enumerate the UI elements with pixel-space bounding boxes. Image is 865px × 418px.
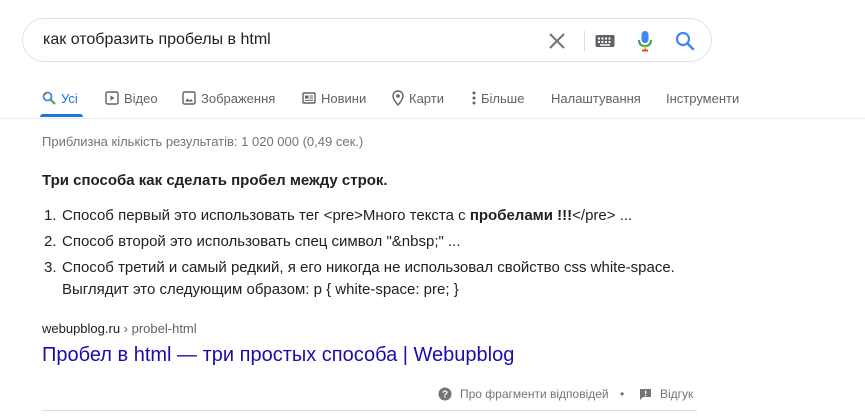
list-number: 1. (44, 207, 57, 224)
footer-separator: • (620, 387, 625, 401)
tab-tools[interactable]: Інструменти (666, 88, 739, 108)
clear-icon[interactable] (545, 29, 569, 53)
more-vert-icon (472, 91, 476, 105)
video-icon (105, 91, 119, 105)
svg-text:?: ? (442, 390, 448, 401)
tab-images[interactable]: Зображення (182, 88, 275, 108)
feedback-icon (639, 388, 652, 401)
tab-label: Налаштування (551, 90, 641, 106)
tab-label: Більше (481, 90, 525, 106)
snippet-footer: ? Про фрагменти відповідей • Відгук (0, 384, 865, 404)
search-tabs: Усі Відео Зображення Новини Карти Більше… (0, 80, 865, 119)
map-pin-icon (392, 90, 404, 106)
help-icon: ? (438, 387, 452, 401)
tab-label: Новини (321, 90, 367, 106)
result-stats: Приблизна кількість результатів: 1 020 0… (42, 134, 364, 149)
list-text: Способ первый это использовать тег <pre>… (62, 207, 470, 224)
result-url-breadcrumb: webupblog.ru › probel-html (42, 321, 197, 336)
tab-label: Зображення (201, 90, 276, 106)
list-item: 3. Способ третий и самый редкий, я его н… (42, 257, 682, 301)
result-domain: webupblog.ru (42, 321, 121, 336)
list-text: Способ второй это использовать спец симв… (62, 233, 461, 250)
search-results-page: Усі Відео Зображення (0, 0, 865, 418)
breadcrumb-separator: › (120, 321, 132, 336)
tab-all[interactable]: Усі (42, 88, 78, 108)
list-number: 2. (44, 233, 57, 250)
tab-news[interactable]: Новини (302, 88, 366, 108)
search-box-divider (584, 31, 585, 51)
tab-more[interactable]: Більше (472, 88, 524, 108)
list-text: </pre> ... (572, 207, 633, 224)
feedback-link[interactable]: Відгук (639, 384, 693, 404)
feedback-label: Відгук (660, 387, 694, 401)
list-item: 1. Способ первый это использовать тег <p… (42, 205, 682, 227)
featured-snippet-title: Три способа как сделать пробел между стр… (42, 172, 388, 189)
result-title-link[interactable]: Пробел в html — три простых способа | We… (42, 344, 514, 367)
tab-label: Усі (61, 90, 78, 106)
about-snippets-label: Про фрагменти відповідей (460, 387, 609, 401)
tab-video[interactable]: Відео (105, 88, 158, 108)
tab-label: Відео (124, 90, 158, 106)
search-icon[interactable] (673, 29, 697, 53)
image-icon (182, 91, 196, 105)
result-path: probel-html (131, 321, 197, 336)
featured-snippet-list: 1. Способ первый это использовать тег <p… (42, 205, 682, 305)
list-text: Способ третий и самый редкий, я его нико… (62, 259, 675, 298)
keyboard-icon[interactable] (593, 29, 617, 53)
search-box (22, 18, 712, 62)
tab-label: Карти (409, 90, 444, 106)
about-snippets-link[interactable]: ? Про фрагменти відповідей (438, 384, 609, 404)
microphone-icon[interactable] (633, 29, 657, 53)
search-input[interactable] (43, 29, 523, 51)
tab-label: Інструменти (666, 90, 740, 106)
active-tab-indicator (40, 114, 83, 117)
tab-maps[interactable]: Карти (392, 88, 444, 108)
news-icon (302, 91, 316, 105)
tab-settings[interactable]: Налаштування (551, 88, 641, 108)
list-number: 3. (44, 259, 57, 276)
list-item: 2. Способ второй это использовать спец с… (42, 231, 682, 253)
search-icon (42, 91, 56, 105)
result-divider (42, 410, 697, 411)
list-text-bold: пробелами !!! (469, 207, 573, 224)
